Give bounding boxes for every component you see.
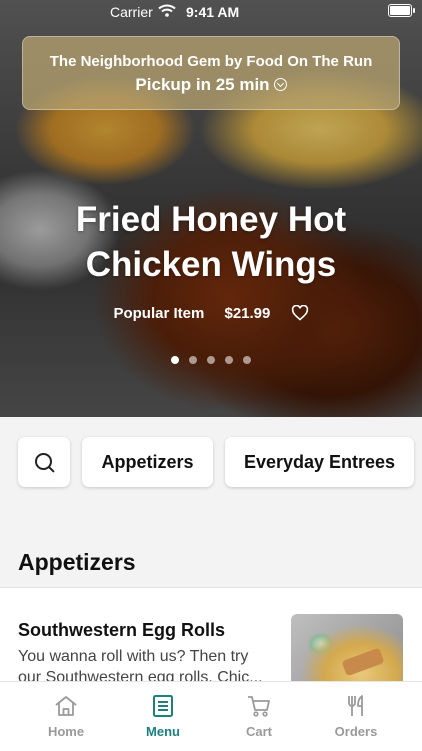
pickup-selector[interactable]: The Neighborhood Gem by Food On The Run … xyxy=(22,36,400,110)
tab-cart[interactable]: Cart xyxy=(211,690,307,739)
hero-banner[interactable]: Carrier 9:41 AM The Neighborhood Gem by … xyxy=(0,0,422,417)
tab-orders[interactable]: Orders xyxy=(308,690,404,739)
carousel-dot[interactable] xyxy=(225,356,233,364)
category-appetizers[interactable]: Appetizers xyxy=(82,437,213,487)
heart-icon xyxy=(291,305,308,321)
menu-icon xyxy=(153,695,173,717)
home-icon xyxy=(55,696,77,716)
carousel-dot[interactable] xyxy=(243,356,251,364)
menu-item-card[interactable]: Southwestern Egg Rolls You wanna roll wi… xyxy=(0,588,422,694)
category-everyday-entrees[interactable]: Everyday Entrees xyxy=(225,437,414,487)
carousel-dot[interactable] xyxy=(189,356,197,364)
clock: 9:41 AM xyxy=(186,4,240,20)
wifi-icon xyxy=(158,4,176,17)
status-bar: Carrier 9:41 AM xyxy=(0,0,422,24)
utensils-icon xyxy=(348,695,363,716)
tab-menu[interactable]: Menu xyxy=(115,690,211,739)
search-icon xyxy=(35,453,53,471)
category-bar: Appetizers Everyday Entrees xyxy=(0,417,422,537)
carousel-dot[interactable] xyxy=(171,356,179,364)
tab-home[interactable]: Home xyxy=(18,690,114,739)
carousel-dots[interactable] xyxy=(0,351,422,369)
pickup-time: Pickup in 25 min xyxy=(23,75,399,95)
tab-orders-label: Orders xyxy=(334,724,378,739)
tab-menu-label: Menu xyxy=(146,724,180,739)
battery-icon xyxy=(388,4,415,17)
tab-bar: Home Menu Cart Orders xyxy=(0,681,422,751)
pickup-time-label: Pickup in 25 min xyxy=(135,75,270,94)
section-header: Appetizers xyxy=(0,537,422,588)
search-button[interactable] xyxy=(18,437,70,487)
featured-item-title: Fried Honey Hot Chicken Wings xyxy=(75,200,347,284)
tab-home-label: Home xyxy=(47,724,85,739)
carrier-label: Carrier xyxy=(110,4,153,20)
carousel-dot[interactable] xyxy=(207,356,215,364)
menu-item-name: Southwestern Egg Rolls xyxy=(18,620,226,640)
featured-item-price: $21.99 xyxy=(224,305,271,322)
cart-icon xyxy=(248,696,270,717)
popular-item-tag: Popular Item xyxy=(113,305,205,322)
chevron-down-icon xyxy=(273,78,287,91)
section-title: Appetizers xyxy=(18,549,136,575)
featured-item-meta: Popular Item $21.99 xyxy=(0,305,422,322)
tab-cart-label: Cart xyxy=(245,724,272,739)
restaurant-name: The Neighborhood Gem by Food On The Run xyxy=(49,53,373,70)
favorite-button[interactable] xyxy=(291,305,309,322)
